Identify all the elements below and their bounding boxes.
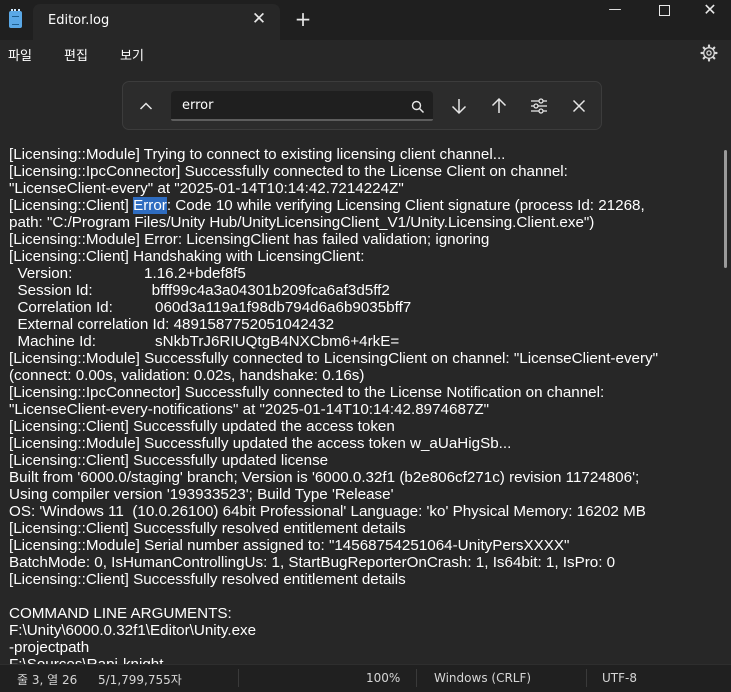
toggle-replace-button[interactable] (134, 94, 158, 118)
vertical-scrollbar-thumb[interactable] (724, 150, 727, 268)
find-search-button[interactable] (406, 95, 430, 119)
close-icon (572, 99, 586, 113)
text-line: [Licensing::Client] Successfully updated… (9, 418, 395, 435)
text-line: BatchMode: 0, IsHumanControllingUs: 1, S… (9, 554, 616, 571)
text-line: [Licensing::Module] Successfully connect… (9, 350, 659, 367)
tab-editor-log[interactable]: Editor.log ✕ (33, 4, 280, 40)
text-line: [Licensing::Module] Serial number assign… (9, 537, 570, 554)
status-bar: 줄 3, 열 26 5/1,799,755자 100% Windows (CRL… (0, 664, 731, 692)
search-match-highlight: Error (133, 197, 167, 214)
search-icon (411, 100, 425, 114)
title-bar: Editor.log ✕ + — ✕ (0, 0, 731, 40)
status-divider (416, 669, 417, 687)
text-line: Session Id: bfff99c4a3a04301b209fca6af3d… (9, 282, 390, 299)
text-line: [Licensing::Module] Error: LicensingClie… (9, 231, 490, 248)
status-divider (586, 669, 587, 687)
text-segment: : Code 10 while verifying Licensing Clie… (166, 197, 645, 214)
text-line: [Licensing::IpcConnector] Successfully c… (9, 384, 605, 401)
text-line: "LicenseClient-every-notifications" at "… (9, 401, 490, 418)
arrow-up-icon (491, 97, 507, 113)
menu-file[interactable]: 파일 (8, 45, 32, 64)
encoding[interactable]: UTF-8 (602, 671, 637, 685)
text-line: path: "C:/Program Files/Unity Hub/UnityL… (9, 214, 595, 231)
text-line: [Licensing::Client] Successfully resolve… (9, 520, 406, 537)
minimize-button[interactable]: — (592, 0, 638, 20)
find-bar (122, 81, 602, 130)
arrow-down-icon (451, 99, 467, 115)
text-line: OS: 'Windows 11 (10.0.26100) 64bit Profe… (9, 503, 646, 520)
text-segment: [Licensing::Client] (9, 197, 134, 214)
text-line: Built from '6000.0/staging' branch; Vers… (9, 469, 640, 486)
text-line: Machine Id: sNkbTrJ6RIUQtgB4NXCbm6+4rkE= (9, 333, 400, 350)
text-line: [Licensing::Module] Trying to connect to… (9, 146, 506, 163)
cursor-position[interactable]: 줄 3, 열 26 (17, 671, 77, 688)
text-line: F:\Sources\Rapi-knight (9, 656, 163, 664)
text-line: [Licensing::Client] Successfully updated… (9, 452, 329, 469)
menu-edit[interactable]: 편집 (64, 45, 88, 64)
text-line: [Licensing::Client] Successfully resolve… (9, 571, 406, 588)
text-line: [Licensing::IpcConnector] Successfully c… (9, 163, 568, 180)
find-next-button[interactable] (447, 94, 471, 118)
find-options-button[interactable] (527, 94, 551, 118)
text-line: Correlation Id: 060d3a119a1f98db794d6a6b… (9, 299, 412, 316)
maximize-button[interactable] (641, 0, 687, 20)
gear-icon[interactable] (700, 44, 718, 62)
find-previous-button[interactable] (487, 94, 511, 118)
options-sliders-icon (531, 98, 547, 114)
find-input[interactable] (171, 91, 433, 121)
text-line: COMMAND LINE ARGUMENTS: (9, 605, 232, 622)
character-count: 5/1,799,755자 (98, 673, 182, 687)
text-line: Using compiler version '193933523'; Buil… (9, 486, 394, 503)
text-line: -projectpath (9, 639, 90, 656)
chevron-up-icon (139, 102, 153, 110)
line-ending[interactable]: Windows (CRLF) (434, 671, 531, 685)
notepad-icon (9, 9, 22, 28)
new-tab-button[interactable]: + (293, 9, 313, 29)
text-line: [Licensing::Client] Handshaking with Lic… (9, 248, 365, 265)
close-window-button[interactable]: ✕ (687, 0, 731, 20)
tab-title: Editor.log (48, 13, 110, 28)
text-line: "LicenseClient-every" at "2025-01-14T10:… (9, 180, 404, 197)
text-line: [Licensing::Client] Error: Code 10 while… (9, 197, 645, 214)
text-line: [Licensing::Module] Successfully updated… (9, 435, 512, 452)
text-editor[interactable]: [Licensing::Module] Trying to connect to… (0, 140, 717, 664)
close-find-button[interactable] (567, 94, 591, 118)
text-line: F:\Unity\6000.0.32f1\Editor\Unity.exe (9, 622, 257, 639)
close-tab-button[interactable]: ✕ (249, 9, 269, 29)
menu-view[interactable]: 보기 (120, 45, 144, 64)
menu-bar: 파일 편집 보기 (0, 40, 731, 68)
text-line: Version: 1.16.2+bdef8f5 (9, 265, 246, 282)
text-line: (connect: 0.00s, validation: 0.02s, hand… (9, 367, 365, 384)
zoom-level[interactable]: 100% (366, 671, 400, 685)
text-line: External correlation Id: 489158775205104… (9, 316, 335, 333)
maximize-icon (658, 5, 670, 16)
status-divider (238, 669, 239, 687)
